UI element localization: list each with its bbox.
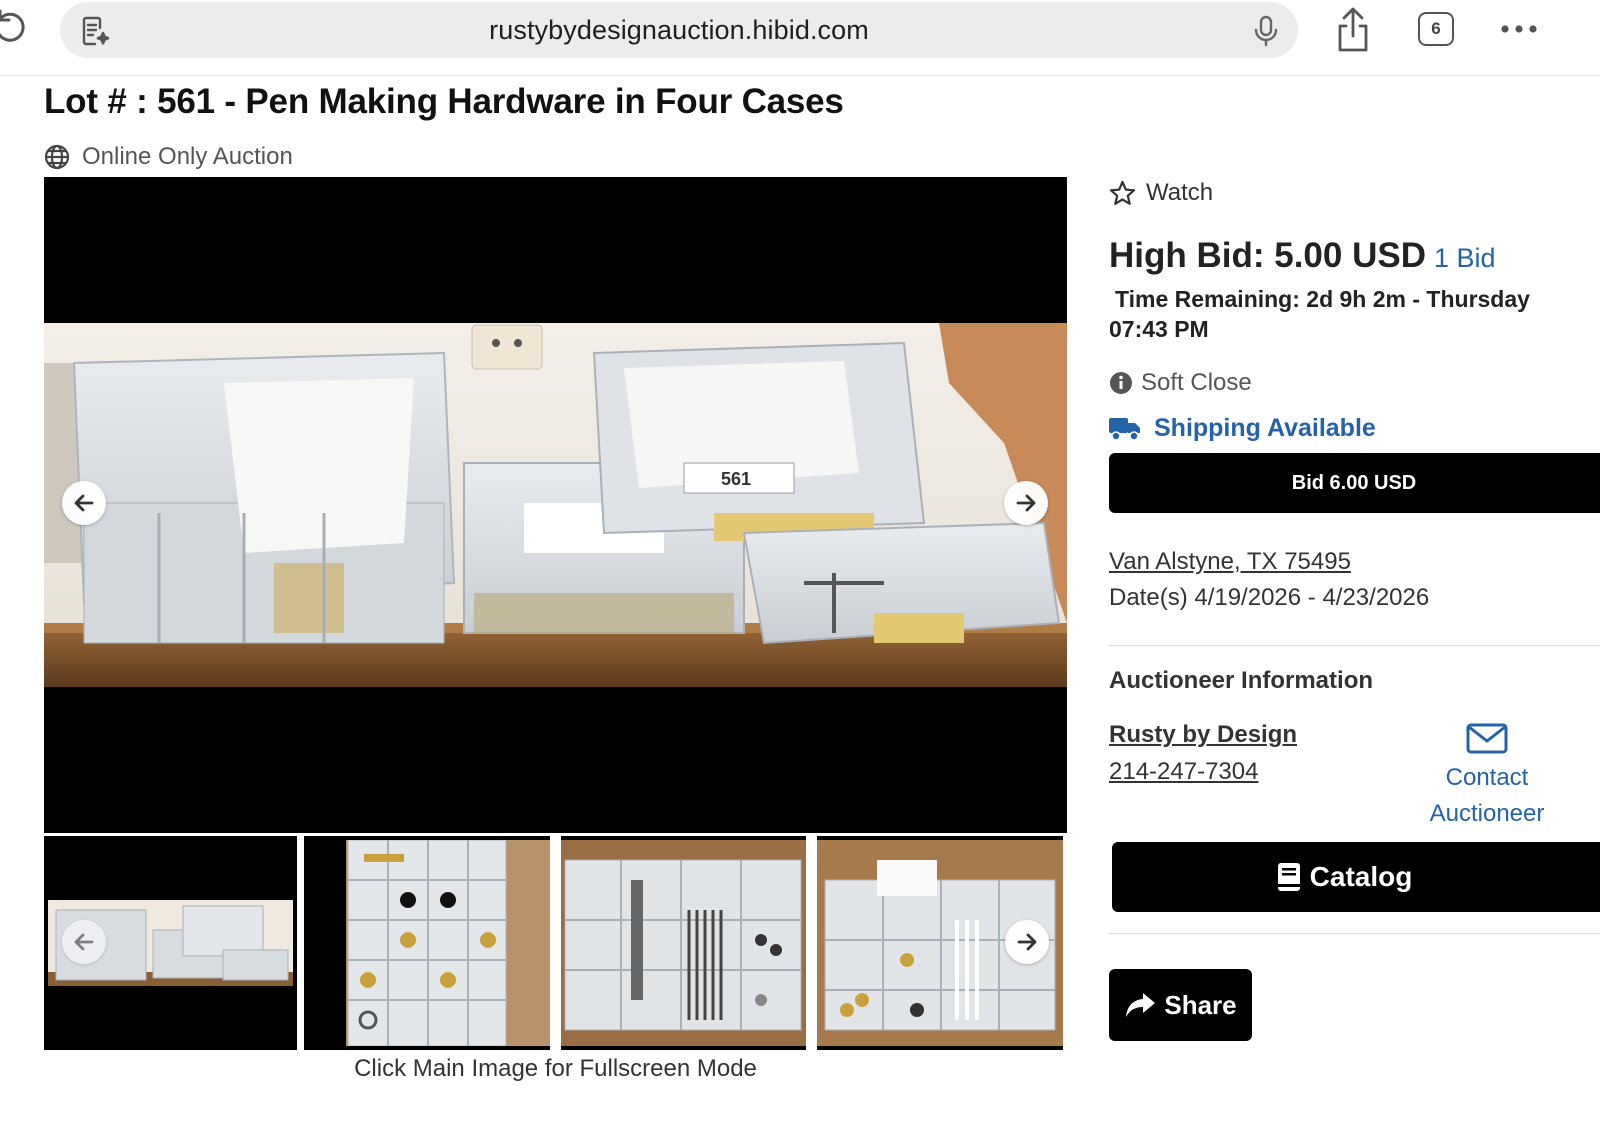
thumbnail-photo bbox=[561, 840, 806, 1046]
share-label: Share bbox=[1164, 989, 1237, 1020]
shipping-label: Shipping Available bbox=[1154, 414, 1376, 442]
contact-auctioneer-button[interactable]: Contact Auctioneer bbox=[1418, 720, 1556, 832]
arrow-left-icon bbox=[74, 494, 94, 512]
contact-label-line1: Contact bbox=[1445, 764, 1529, 791]
url-text[interactable]: rustybydesignauction.hibid.com bbox=[60, 15, 1298, 46]
thumbnail-4[interactable] bbox=[817, 836, 1063, 1050]
envelope-icon bbox=[1466, 723, 1508, 754]
book-icon bbox=[1277, 863, 1300, 891]
browser-toolbar: rustybydesignauction.hibid.com 6 bbox=[0, 0, 1600, 76]
address-bar[interactable]: rustybydesignauction.hibid.com bbox=[60, 2, 1298, 58]
time-remaining-line1: Time Remaining: 2d 9h 2m - Thursday bbox=[1115, 286, 1530, 312]
svg-text:561: 561 bbox=[721, 469, 751, 489]
lot-photo: 561 bbox=[44, 323, 1067, 687]
time-remaining: Time Remaining: 2d 9h 2m - Thursday 07:4… bbox=[1109, 284, 1600, 344]
arrow-right-icon bbox=[1017, 933, 1037, 951]
star-icon bbox=[1109, 180, 1136, 205]
watch-label: Watch bbox=[1146, 179, 1214, 206]
thumbnail-previous-button[interactable] bbox=[62, 920, 106, 964]
auctioneer-name-link[interactable]: Rusty by Design bbox=[1109, 721, 1297, 749]
thumbnail-next-button[interactable] bbox=[1005, 920, 1049, 964]
divider bbox=[1109, 645, 1600, 646]
arrow-right-icon bbox=[1016, 494, 1036, 512]
truck-icon bbox=[1109, 417, 1140, 441]
reload-icon[interactable] bbox=[0, 8, 28, 48]
share-arrow-icon bbox=[1126, 993, 1156, 1017]
soft-close-label: Soft Close bbox=[1141, 369, 1252, 396]
arrow-left-icon bbox=[74, 933, 94, 951]
microphone-icon[interactable] bbox=[1250, 14, 1282, 48]
bid-button[interactable]: Bid 6.00 USD bbox=[1109, 453, 1600, 513]
location-link[interactable]: Van Alstyne, TX 75495 bbox=[1109, 548, 1351, 576]
catalog-button[interactable]: Catalog bbox=[1112, 842, 1600, 912]
share-button[interactable]: Share bbox=[1109, 969, 1252, 1041]
divider bbox=[1109, 933, 1600, 934]
bid-count-link[interactable]: 1 Bid bbox=[1434, 243, 1496, 273]
auctioneer-heading: Auctioneer Information bbox=[1109, 667, 1374, 694]
auction-type: Online Only Auction bbox=[44, 143, 293, 171]
tabs-icon[interactable]: 6 bbox=[1418, 12, 1454, 46]
more-icon[interactable] bbox=[1496, 14, 1542, 44]
thumbnail-1[interactable] bbox=[44, 836, 297, 1050]
high-bid-amount: High Bid: 5.00 USD bbox=[1109, 236, 1426, 275]
contact-label-line2: Auctioneer bbox=[1429, 800, 1545, 827]
time-remaining-line2: 07:43 PM bbox=[1109, 316, 1209, 342]
auction-dates: Date(s) 4/19/2026 - 4/23/2026 bbox=[1109, 584, 1430, 611]
thumbnail-photo bbox=[304, 840, 550, 1046]
thumbnail-2[interactable] bbox=[304, 836, 550, 1050]
shipping-available-link[interactable]: Shipping Available bbox=[1109, 414, 1376, 443]
gallery-caption: Click Main Image for Fullscreen Mode bbox=[354, 1055, 757, 1082]
catalog-label: Catalog bbox=[1309, 861, 1413, 892]
previous-image-button[interactable] bbox=[62, 481, 106, 525]
share-icon[interactable] bbox=[1332, 6, 1374, 54]
high-bid: High Bid: 5.00 USD 1 Bid bbox=[1109, 236, 1496, 276]
next-image-button[interactable] bbox=[1004, 481, 1048, 525]
watch-button[interactable]: Watch bbox=[1109, 179, 1213, 207]
main-lot-image[interactable]: 561 bbox=[44, 177, 1067, 833]
globe-icon bbox=[44, 144, 70, 170]
auctioneer-phone-link[interactable]: 214-247-7304 bbox=[1109, 758, 1258, 786]
info-icon bbox=[1110, 372, 1132, 394]
soft-close: Soft Close bbox=[1109, 369, 1252, 397]
auction-type-label: Online Only Auction bbox=[82, 143, 293, 170]
lot-title: Lot # : 561 - Pen Making Hardware in Fou… bbox=[44, 82, 844, 121]
thumbnail-3[interactable] bbox=[561, 836, 806, 1050]
